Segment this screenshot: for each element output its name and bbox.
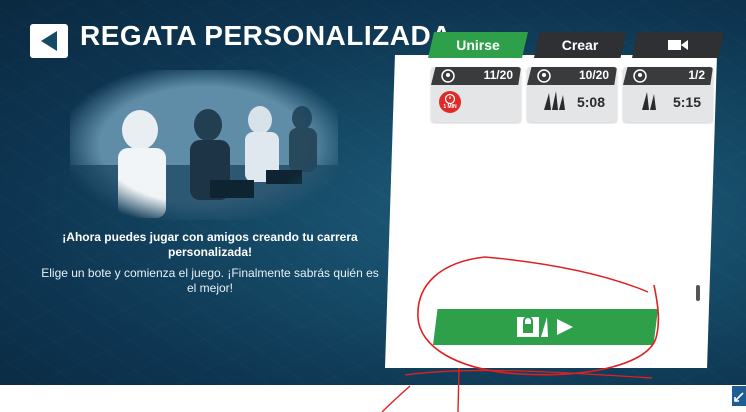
tab-video[interactable] [632, 32, 724, 58]
expand-icon[interactable] [732, 386, 746, 406]
sailboats-icon [544, 91, 565, 110]
players-count: 11/20 [483, 68, 513, 82]
race-card[interactable]: 10/20 5:08 [527, 67, 617, 122]
promo-text: ¡Ahora puedes jugar con amigos creando t… [62, 230, 358, 259]
timer-label: 1 MIN [443, 104, 457, 110]
players-icon [537, 69, 551, 83]
back-button[interactable] [30, 24, 68, 58]
game-screen: REGATA PERSONALIZADA ¡Ahora puedes jugar… [0, 0, 746, 385]
race-card[interactable]: 11/20 1 MIN [431, 67, 521, 122]
back-arrow-icon [41, 31, 57, 51]
lock-boat-play-icon [517, 316, 573, 337]
timer-icon: 1 MIN [439, 91, 461, 113]
page-title: REGATA PERSONALIZADA [80, 20, 452, 51]
players-count: 1/2 [688, 68, 705, 82]
sailboats-icon [642, 92, 656, 110]
scrollbar-thumb[interactable] [696, 285, 700, 301]
players-photo [70, 70, 338, 220]
players-icon [633, 69, 647, 83]
players-count: 10/20 [578, 68, 609, 82]
race-time: 5:15 [672, 94, 701, 110]
play-button[interactable] [433, 309, 658, 345]
instructions-text: Elige un bote y comienza el juego. ¡Fina… [41, 266, 379, 295]
race-card[interactable]: 1/2 5:15 [623, 67, 713, 122]
tab-crear[interactable]: Crear [534, 32, 626, 58]
players-icon [441, 69, 455, 83]
race-time: 5:08 [576, 94, 605, 110]
tab-unirse[interactable]: Unirse [428, 32, 528, 58]
video-camera-icon [668, 40, 688, 50]
